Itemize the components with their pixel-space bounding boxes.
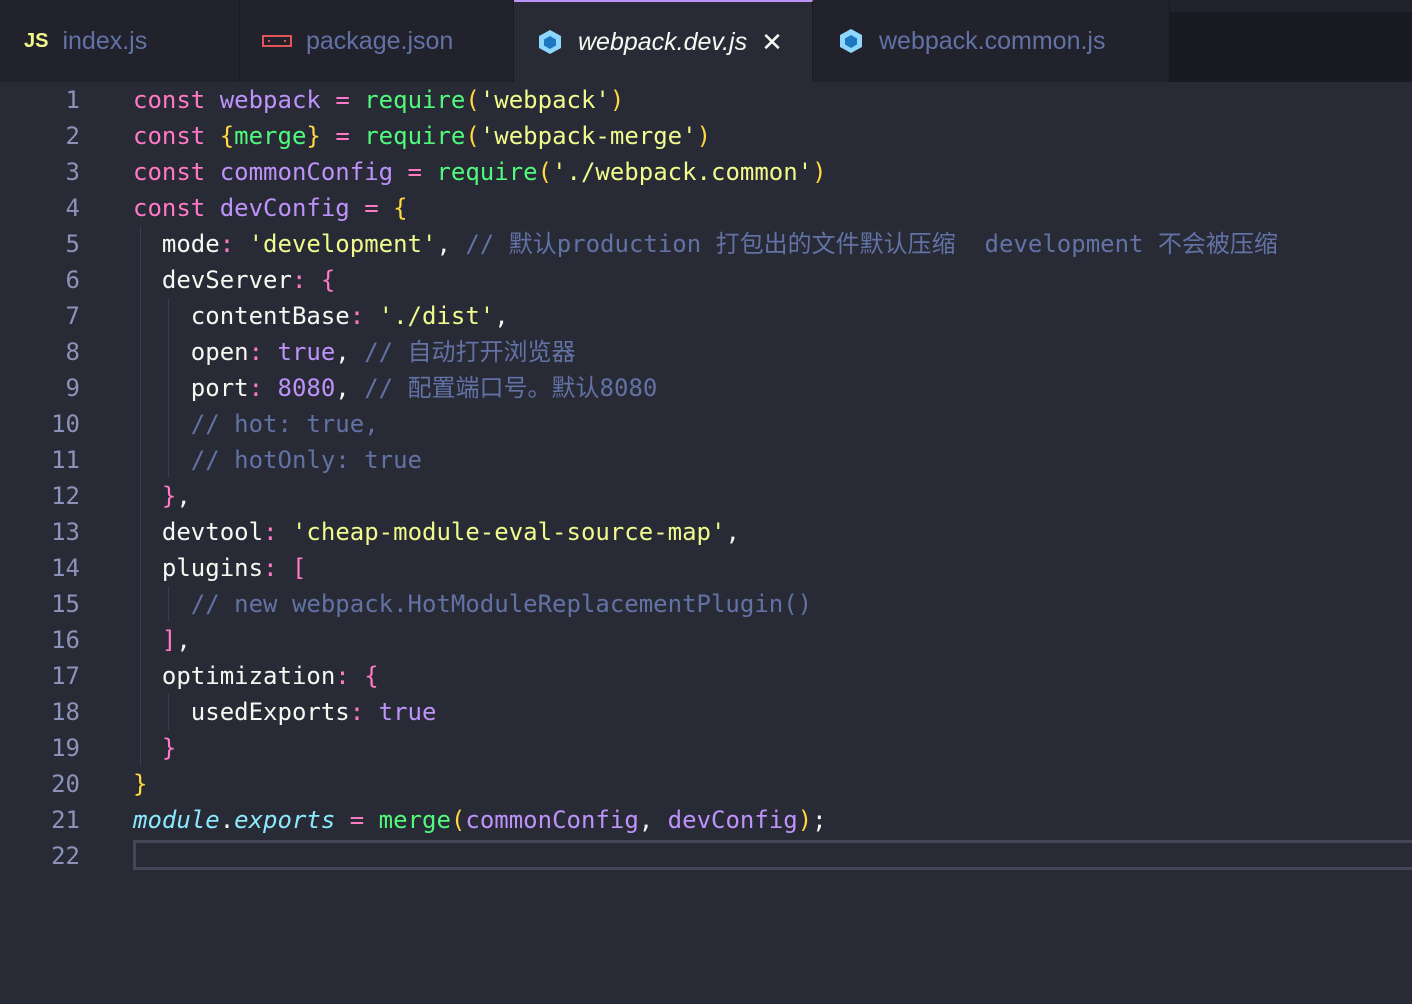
tab-package-json[interactable]: package.json bbox=[240, 0, 514, 82]
js-icon: JS bbox=[24, 29, 49, 52]
line-number: 14 bbox=[51, 554, 80, 582]
code-line: 14 plugins: [ bbox=[0, 550, 1412, 586]
code-line: 15 // new webpack.HotModuleReplacementPl… bbox=[0, 586, 1412, 622]
tab-label: package.json bbox=[306, 26, 454, 55]
current-line-highlight bbox=[133, 840, 1412, 870]
line-number: 15 bbox=[51, 590, 80, 618]
close-icon[interactable]: ✕ bbox=[761, 27, 783, 58]
line-number: 22 bbox=[51, 842, 80, 870]
code-text: contentBase: './dist', bbox=[190, 302, 509, 330]
code-line: 16 ], bbox=[0, 622, 1412, 658]
code-text: port: 8080, // 配置端口号。默认8080 bbox=[190, 374, 658, 402]
tab-label: webpack.dev.js bbox=[578, 27, 748, 56]
code-line: 21 module.exports = merge(commonConfig, … bbox=[0, 802, 1412, 838]
tab-webpack-common-js[interactable]: webpack.common.js bbox=[813, 0, 1170, 82]
line-number: 11 bbox=[51, 446, 80, 474]
code-line: 10 // hot: true, bbox=[0, 406, 1412, 442]
line-number: 6 bbox=[65, 266, 80, 294]
npm-icon bbox=[262, 35, 292, 47]
code-line: 5 mode: 'development', // 默认production 打… bbox=[0, 226, 1412, 262]
code-text: open: true, // 自动打开浏览器 bbox=[190, 338, 576, 366]
code-text: optimization: { bbox=[161, 662, 379, 690]
code-line: 2 const {merge} = require('webpack-merge… bbox=[0, 118, 1412, 154]
line-number: 8 bbox=[65, 338, 80, 366]
code-text: const {merge} = require('webpack-merge') bbox=[133, 122, 712, 150]
code-line: 8 open: true, // 自动打开浏览器 bbox=[0, 334, 1412, 370]
line-number: 21 bbox=[51, 806, 80, 834]
code-text: const commonConfig = require('./webpack.… bbox=[133, 158, 827, 186]
line-number: 1 bbox=[65, 86, 80, 114]
code-text: mode: 'development', // 默认production 打包出… bbox=[161, 230, 1278, 258]
code-line: 3 const commonConfig = require('./webpac… bbox=[0, 154, 1412, 190]
code-text: usedExports: true bbox=[190, 698, 437, 726]
code-line: 19 } bbox=[0, 730, 1412, 766]
code-text: module.exports = merge(commonConfig, dev… bbox=[133, 806, 827, 834]
tab-bar-empty-area bbox=[1170, 12, 1412, 82]
code-line: 6 devServer: { bbox=[0, 262, 1412, 298]
code-line: 4 const devConfig = { bbox=[0, 190, 1412, 226]
line-number: 19 bbox=[51, 734, 80, 762]
tab-index-js[interactable]: JS index.js bbox=[0, 0, 240, 82]
code-text: plugins: [ bbox=[161, 554, 307, 582]
line-number: 18 bbox=[51, 698, 80, 726]
line-number: 13 bbox=[51, 518, 80, 546]
line-number: 17 bbox=[51, 662, 80, 690]
code-text: const webpack = require('webpack') bbox=[133, 86, 625, 114]
code-line: 7 contentBase: './dist', bbox=[0, 298, 1412, 334]
code-line: 12 }, bbox=[0, 478, 1412, 514]
line-number: 7 bbox=[65, 302, 80, 330]
line-number: 12 bbox=[51, 482, 80, 510]
code-text: // new webpack.HotModuleReplacementPlugi… bbox=[190, 590, 813, 618]
code-text: // hot: true, bbox=[190, 410, 379, 438]
code-line: 1 const webpack = require('webpack') bbox=[0, 82, 1412, 118]
line-number: 10 bbox=[51, 410, 80, 438]
line-number: 16 bbox=[51, 626, 80, 654]
tab-label: index.js bbox=[62, 26, 148, 55]
line-number: 3 bbox=[65, 158, 80, 186]
webpack-icon bbox=[837, 27, 865, 55]
editor-tab-bar: JS index.js package.json webpack.dev.js … bbox=[0, 0, 1412, 82]
code-text: ], bbox=[161, 626, 191, 654]
code-line: 13 devtool: 'cheap-module-eval-source-ma… bbox=[0, 514, 1412, 550]
line-number: 5 bbox=[65, 230, 80, 258]
line-number: 9 bbox=[65, 374, 80, 402]
code-line: 9 port: 8080, // 配置端口号。默认8080 bbox=[0, 370, 1412, 406]
code-editor[interactable]: 1 const webpack = require('webpack') 2 c… bbox=[0, 82, 1412, 1004]
code-line: 18 usedExports: true bbox=[0, 694, 1412, 730]
line-number: 4 bbox=[65, 194, 80, 222]
tab-label: webpack.common.js bbox=[879, 26, 1106, 55]
code-text: devServer: { bbox=[161, 266, 336, 294]
code-text: } bbox=[161, 734, 177, 762]
line-number: 20 bbox=[51, 770, 80, 798]
webpack-icon bbox=[536, 28, 564, 56]
code-text: } bbox=[133, 770, 148, 798]
tab-webpack-dev-js[interactable]: webpack.dev.js ✕ bbox=[514, 0, 813, 82]
code-text: devtool: 'cheap-module-eval-source-map', bbox=[161, 518, 740, 546]
code-text: }, bbox=[161, 482, 191, 510]
code-line: 20 } bbox=[0, 766, 1412, 802]
code-text: const devConfig = { bbox=[133, 194, 408, 222]
code-line: 17 optimization: { bbox=[0, 658, 1412, 694]
code-text: // hotOnly: true bbox=[190, 446, 422, 474]
code-line: 11 // hotOnly: true bbox=[0, 442, 1412, 478]
line-number: 2 bbox=[65, 122, 80, 150]
